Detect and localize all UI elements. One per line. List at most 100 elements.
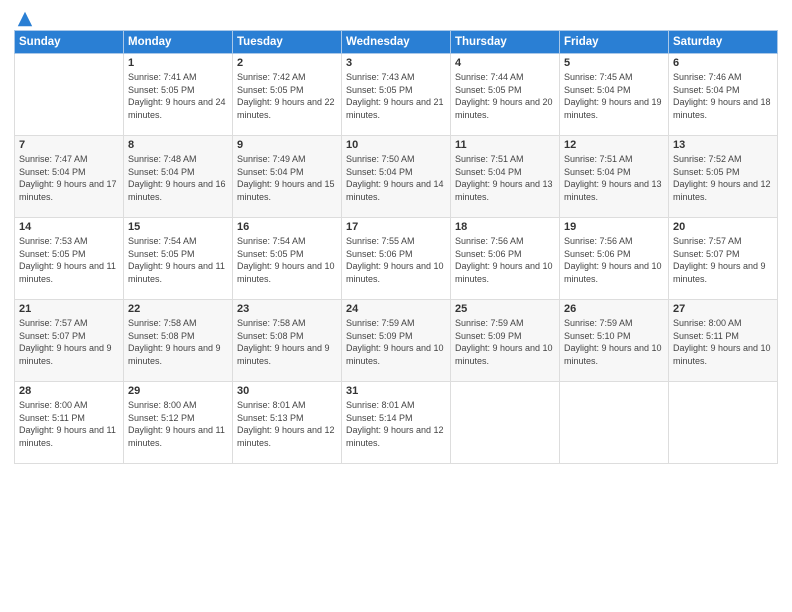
day-number: 26 — [564, 303, 664, 315]
day-info: Sunrise: 7:54 AMSunset: 5:05 PMDaylight:… — [237, 235, 337, 285]
day-cell: 11 Sunrise: 7:51 AMSunset: 5:04 PMDayligh… — [451, 136, 560, 218]
day-cell: 18 Sunrise: 7:56 AMSunset: 5:06 PMDayligh… — [451, 218, 560, 300]
day-info: Sunrise: 7:45 AMSunset: 5:04 PMDaylight:… — [564, 71, 664, 121]
day-info: Sunrise: 7:52 AMSunset: 5:05 PMDaylight:… — [673, 153, 773, 203]
day-header-thursday: Thursday — [451, 31, 560, 54]
day-info: Sunrise: 7:49 AMSunset: 5:04 PMDaylight:… — [237, 153, 337, 203]
day-cell: 21 Sunrise: 7:57 AMSunset: 5:07 PMDayligh… — [15, 300, 124, 382]
day-cell: 29 Sunrise: 8:00 AMSunset: 5:12 PMDayligh… — [124, 382, 233, 464]
day-number: 31 — [346, 385, 446, 397]
day-cell: 24 Sunrise: 7:59 AMSunset: 5:09 PMDayligh… — [342, 300, 451, 382]
day-cell: 26 Sunrise: 7:59 AMSunset: 5:10 PMDayligh… — [560, 300, 669, 382]
day-number: 13 — [673, 139, 773, 151]
day-info: Sunrise: 7:54 AMSunset: 5:05 PMDaylight:… — [128, 235, 228, 285]
day-number: 10 — [346, 139, 446, 151]
day-info: Sunrise: 7:56 AMSunset: 5:06 PMDaylight:… — [455, 235, 555, 285]
day-number: 28 — [19, 385, 119, 397]
day-info: Sunrise: 7:59 AMSunset: 5:09 PMDaylight:… — [455, 317, 555, 367]
day-number: 3 — [346, 57, 446, 69]
day-info: Sunrise: 8:01 AMSunset: 5:13 PMDaylight:… — [237, 399, 337, 449]
day-cell: 10 Sunrise: 7:50 AMSunset: 5:04 PMDayligh… — [342, 136, 451, 218]
day-cell: 25 Sunrise: 7:59 AMSunset: 5:09 PMDayligh… — [451, 300, 560, 382]
day-header-friday: Friday — [560, 31, 669, 54]
day-info: Sunrise: 7:55 AMSunset: 5:06 PMDaylight:… — [346, 235, 446, 285]
day-cell: 22 Sunrise: 7:58 AMSunset: 5:08 PMDayligh… — [124, 300, 233, 382]
day-info: Sunrise: 7:57 AMSunset: 5:07 PMDaylight:… — [19, 317, 119, 367]
day-number: 27 — [673, 303, 773, 315]
day-cell: 19 Sunrise: 7:56 AMSunset: 5:06 PMDayligh… — [560, 218, 669, 300]
day-number: 24 — [346, 303, 446, 315]
day-info: Sunrise: 7:42 AMSunset: 5:05 PMDaylight:… — [237, 71, 337, 121]
day-cell — [451, 382, 560, 464]
week-row-0: 1 Sunrise: 7:41 AMSunset: 5:05 PMDaylight… — [15, 54, 778, 136]
day-number: 4 — [455, 57, 555, 69]
day-info: Sunrise: 7:59 AMSunset: 5:10 PMDaylight:… — [564, 317, 664, 367]
week-row-4: 28 Sunrise: 8:00 AMSunset: 5:11 PMDayligh… — [15, 382, 778, 464]
day-info: Sunrise: 7:51 AMSunset: 5:04 PMDaylight:… — [564, 153, 664, 203]
day-cell — [669, 382, 778, 464]
logo — [14, 10, 36, 24]
day-cell: 15 Sunrise: 7:54 AMSunset: 5:05 PMDayligh… — [124, 218, 233, 300]
calendar-table: SundayMondayTuesdayWednesdayThursdayFrid… — [14, 30, 778, 464]
day-cell: 7Sunrise: 7:47 AMSunset: 5:04 PMDaylight… — [15, 136, 124, 218]
day-number: 14 — [19, 221, 119, 233]
day-cell: 23 Sunrise: 7:58 AMSunset: 5:08 PMDayligh… — [233, 300, 342, 382]
day-info: Sunrise: 8:00 AMSunset: 5:11 PMDaylight:… — [19, 399, 119, 449]
day-cell: 30 Sunrise: 8:01 AMSunset: 5:13 PMDayligh… — [233, 382, 342, 464]
logo-icon — [16, 10, 34, 28]
day-number: 21 — [19, 303, 119, 315]
day-cell: 6 Sunrise: 7:46 AMSunset: 5:04 PMDaylight… — [669, 54, 778, 136]
day-number: 29 — [128, 385, 228, 397]
day-info: Sunrise: 8:00 AMSunset: 5:12 PMDaylight:… — [128, 399, 228, 449]
day-number: 1 — [128, 57, 228, 69]
day-header-sunday: Sunday — [15, 31, 124, 54]
day-info: Sunrise: 7:58 AMSunset: 5:08 PMDaylight:… — [128, 317, 228, 367]
day-info: Sunrise: 7:51 AMSunset: 5:04 PMDaylight:… — [455, 153, 555, 203]
day-info: Sunrise: 7:41 AMSunset: 5:05 PMDaylight:… — [128, 71, 228, 121]
day-number: 20 — [673, 221, 773, 233]
day-info: Sunrise: 7:44 AMSunset: 5:05 PMDaylight:… — [455, 71, 555, 121]
day-info: Sunrise: 7:58 AMSunset: 5:08 PMDaylight:… — [237, 317, 337, 367]
day-number: 15 — [128, 221, 228, 233]
day-number: 23 — [237, 303, 337, 315]
day-number: 22 — [128, 303, 228, 315]
day-number: 30 — [237, 385, 337, 397]
day-info: Sunrise: 7:59 AMSunset: 5:09 PMDaylight:… — [346, 317, 446, 367]
day-info: Sunrise: 8:01 AMSunset: 5:14 PMDaylight:… — [346, 399, 446, 449]
day-cell: 28 Sunrise: 8:00 AMSunset: 5:11 PMDayligh… — [15, 382, 124, 464]
day-cell: 27 Sunrise: 8:00 AMSunset: 5:11 PMDayligh… — [669, 300, 778, 382]
day-header-tuesday: Tuesday — [233, 31, 342, 54]
week-row-1: 7Sunrise: 7:47 AMSunset: 5:04 PMDaylight… — [15, 136, 778, 218]
day-header-saturday: Saturday — [669, 31, 778, 54]
day-header-monday: Monday — [124, 31, 233, 54]
day-number: 19 — [564, 221, 664, 233]
logo-text — [14, 10, 36, 28]
day-header-wednesday: Wednesday — [342, 31, 451, 54]
day-info: Sunrise: 8:00 AMSunset: 5:11 PMDaylight:… — [673, 317, 773, 367]
day-cell: 2 Sunrise: 7:42 AMSunset: 5:05 PMDaylight… — [233, 54, 342, 136]
calendar-container: SundayMondayTuesdayWednesdayThursdayFrid… — [0, 0, 792, 612]
day-info: Sunrise: 7:56 AMSunset: 5:06 PMDaylight:… — [564, 235, 664, 285]
day-cell: 8Sunrise: 7:48 AMSunset: 5:04 PMDaylight… — [124, 136, 233, 218]
day-cell: 1 Sunrise: 7:41 AMSunset: 5:05 PMDaylight… — [124, 54, 233, 136]
day-cell: 14Sunrise: 7:53 AMSunset: 5:05 PMDayligh… — [15, 218, 124, 300]
day-cell: 17Sunrise: 7:55 AMSunset: 5:06 PMDayligh… — [342, 218, 451, 300]
day-number: 11 — [455, 139, 555, 151]
day-info: Sunrise: 7:43 AMSunset: 5:05 PMDaylight:… — [346, 71, 446, 121]
header-row — [14, 10, 778, 24]
week-row-2: 14Sunrise: 7:53 AMSunset: 5:05 PMDayligh… — [15, 218, 778, 300]
week-row-3: 21 Sunrise: 7:57 AMSunset: 5:07 PMDayligh… — [15, 300, 778, 382]
day-cell: 3 Sunrise: 7:43 AMSunset: 5:05 PMDaylight… — [342, 54, 451, 136]
day-number: 25 — [455, 303, 555, 315]
day-cell: 9Sunrise: 7:49 AMSunset: 5:04 PMDaylight… — [233, 136, 342, 218]
day-cell: 4 Sunrise: 7:44 AMSunset: 5:05 PMDaylight… — [451, 54, 560, 136]
day-number: 6 — [673, 57, 773, 69]
day-cell — [15, 54, 124, 136]
day-info: Sunrise: 7:46 AMSunset: 5:04 PMDaylight:… — [673, 71, 773, 121]
day-cell — [560, 382, 669, 464]
day-number: 2 — [237, 57, 337, 69]
day-number: 18 — [455, 221, 555, 233]
day-cell: 13 Sunrise: 7:52 AMSunset: 5:05 PMDayligh… — [669, 136, 778, 218]
day-info: Sunrise: 7:50 AMSunset: 5:04 PMDaylight:… — [346, 153, 446, 203]
day-info: Sunrise: 7:57 AMSunset: 5:07 PMDaylight:… — [673, 235, 773, 285]
